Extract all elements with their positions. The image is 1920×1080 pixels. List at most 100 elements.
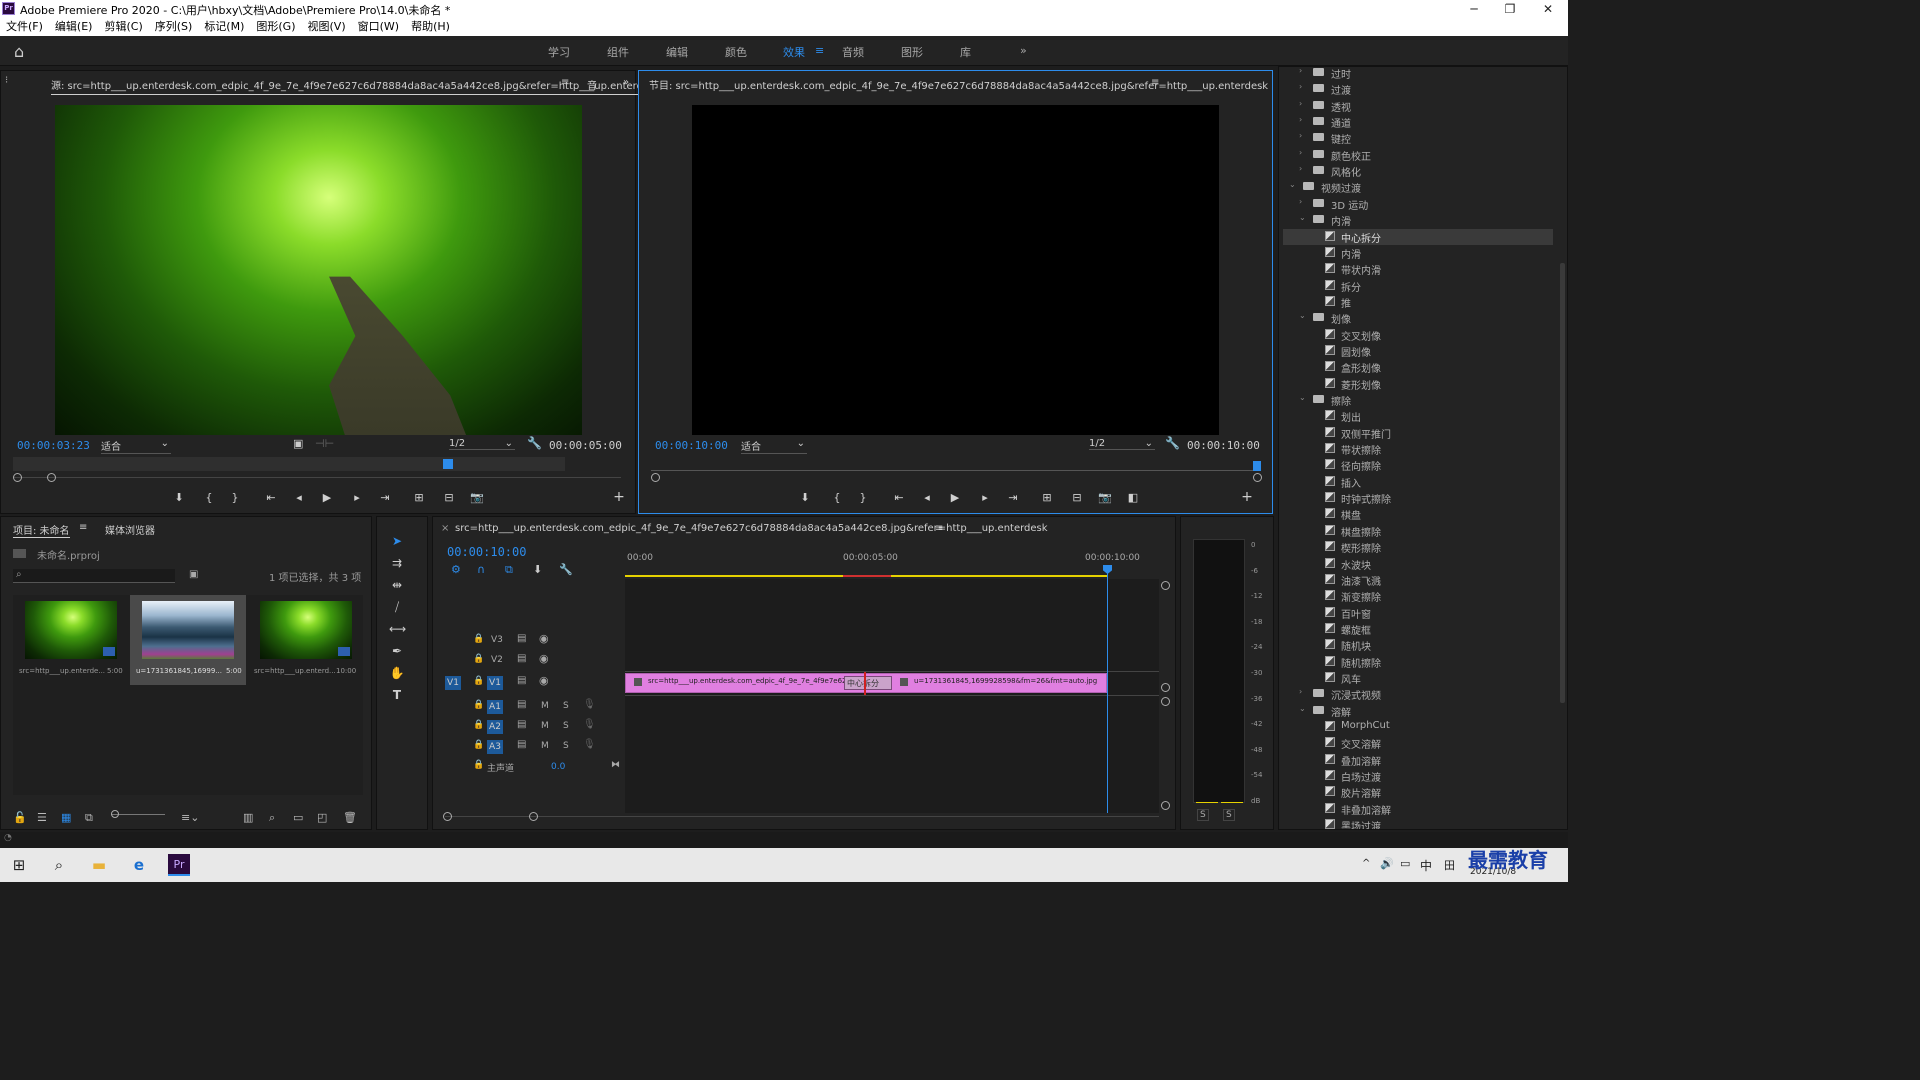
more-workspaces-icon[interactable]: » [1020, 44, 1027, 57]
transition-clip[interactable]: 中心拆分 [844, 676, 892, 690]
snap-icon[interactable]: ∩ [477, 563, 485, 576]
effects-tree-row[interactable]: 水波块 [1283, 556, 1553, 572]
mark-in-icon[interactable]: { [829, 491, 845, 504]
icon-view-icon[interactable]: ▦ [61, 811, 71, 824]
type-tool-icon[interactable]: T [389, 687, 405, 703]
track-target-a2[interactable]: A2 [487, 720, 503, 734]
add-marker-icon[interactable]: ⬇ [797, 491, 813, 504]
extract-icon[interactable]: ⊟ [1069, 491, 1085, 504]
solo-right-button[interactable]: S [1223, 809, 1235, 821]
eye-icon[interactable]: ◉ [539, 674, 549, 687]
effects-tree-row[interactable]: › 过渡 [1283, 81, 1553, 97]
mark-in-icon[interactable]: { [201, 491, 217, 504]
effects-tree-row[interactable]: 螺旋框 [1283, 621, 1553, 637]
menu-clip[interactable]: 剪辑(C) [104, 20, 142, 33]
menu-window[interactable]: 窗口(W) [358, 20, 399, 33]
source-fit-dropdown[interactable]: 适合 ⌄ [101, 438, 171, 454]
workspace-color[interactable]: 颜色 [725, 44, 747, 60]
selection-tool-icon[interactable]: ➤ [389, 533, 405, 549]
effects-tree-row[interactable]: ⌄ 擦除 [1283, 392, 1553, 408]
program-tab-menu-icon[interactable]: ≡ [1151, 77, 1159, 88]
step-back-icon[interactable]: ◂ [291, 491, 307, 504]
camera-icon[interactable]: 📷 [469, 491, 485, 504]
effects-tree-row[interactable]: 时钟式擦除 [1283, 490, 1553, 506]
lock-icon[interactable]: 🔒 [473, 700, 484, 710]
project-search-input[interactable]: ⌕ [13, 569, 175, 583]
ime-indicator[interactable]: 中 [1420, 857, 1432, 874]
chevron-right-icon[interactable]: › [1299, 131, 1309, 140]
trash-icon[interactable]: 🗑 [343, 811, 357, 824]
nest-icon[interactable]: ⚙ [451, 563, 461, 576]
vertical-zoom-handle[interactable] [1161, 683, 1170, 692]
lock-icon[interactable]: 🔒 [473, 634, 484, 644]
zoom-handle-right[interactable] [1253, 473, 1262, 482]
sync-lock-icon[interactable]: ▤ [517, 675, 526, 686]
chevron-down-icon[interactable]: ⌄ [1299, 704, 1309, 713]
chevron-right-icon[interactable]: › [1299, 687, 1309, 696]
close-sequence-icon[interactable]: × [441, 523, 449, 534]
program-video-frame[interactable] [692, 105, 1219, 435]
zoom-handle-right[interactable] [47, 473, 56, 482]
vertical-zoom-handle[interactable] [1161, 801, 1170, 810]
go-to-in-icon[interactable]: ⇤ [891, 491, 907, 504]
source-playhead-timecode[interactable]: 00:00:03:23 [17, 439, 90, 452]
effects-tree-row[interactable]: › 通道 [1283, 114, 1553, 130]
workspace-learn[interactable]: 学习 [548, 44, 570, 60]
mute-button[interactable]: M [541, 741, 549, 751]
vertical-zoom-handle[interactable] [1161, 697, 1170, 706]
source-tab[interactable]: 源: src=http___up.enterdesk.com_edpic_4f_… [51, 77, 679, 95]
play-icon[interactable]: ▶ [947, 491, 963, 504]
camera-icon[interactable]: 📷 [1097, 491, 1113, 504]
source-time-ruler[interactable] [13, 457, 565, 471]
list-view-icon[interactable]: ☰ [37, 811, 47, 824]
effects-tree-row[interactable]: 随机块 [1283, 637, 1553, 653]
step-back-icon[interactable]: ◂ [919, 491, 935, 504]
workspace-libraries[interactable]: 库 [960, 44, 971, 60]
zoom-handle-right[interactable] [529, 812, 538, 821]
chevron-right-icon[interactable]: › [1299, 148, 1309, 157]
mark-out-icon[interactable]: } [227, 491, 243, 504]
sync-lock-icon[interactable]: ▤ [517, 653, 526, 664]
effects-tree-row[interactable]: ⌄ 划像 [1283, 310, 1553, 326]
effects-tree-row[interactable]: ⌄ 视频过渡 [1283, 179, 1553, 195]
mute-button[interactable]: M [541, 721, 549, 731]
effects-tree-row[interactable]: 棋盘擦除 [1283, 523, 1553, 539]
workspace-assembly[interactable]: 组件 [607, 44, 629, 60]
play-icon[interactable]: ▶ [319, 491, 335, 504]
track-target-a1[interactable]: A1 [487, 700, 503, 714]
sync-lock-icon[interactable]: ▤ [517, 633, 526, 644]
program-resolution-dropdown[interactable]: 1/2 ⌄ [1089, 438, 1155, 450]
mic-icon[interactable]: 🎙 [583, 719, 596, 730]
source-zoom-bar[interactable] [13, 477, 621, 478]
chevron-down-icon[interactable]: ⌄ [1299, 311, 1309, 320]
slider-handle[interactable] [111, 810, 119, 818]
track-select-tool-icon[interactable]: ⇉ [389, 555, 405, 571]
find-icon[interactable]: ⌕ [269, 811, 275, 825]
timeline-settings-icon[interactable]: 🔧 [559, 563, 573, 576]
master-volume[interactable]: 0.0 [551, 762, 565, 772]
chevron-down-icon[interactable]: ⌄ [1289, 180, 1299, 189]
solo-button[interactable]: S [563, 741, 569, 751]
pen-tool-icon[interactable]: ✒ [389, 643, 405, 659]
add-marker-icon[interactable]: ⬇ [533, 563, 542, 576]
chevron-right-icon[interactable]: › [1299, 82, 1309, 91]
go-to-out-icon[interactable]: ⇥ [377, 491, 393, 504]
effects-tree-row[interactable]: › 3D 运动 [1283, 196, 1553, 212]
add-button-icon[interactable]: + [611, 489, 627, 505]
compare-view-icon[interactable]: ◧ [1125, 491, 1141, 504]
chevron-right-icon[interactable]: › [1299, 115, 1309, 124]
video-clip-group[interactable]: src=http___up.enterdesk.com_edpic_4f_9e_… [625, 672, 1107, 696]
linked-selection-icon[interactable]: ⧉ [505, 563, 513, 577]
sequence-tab[interactable]: src=http___up.enterdesk.com_edpic_4f_9e_… [455, 523, 1048, 534]
effects-tree-row[interactable]: 划出 [1283, 408, 1553, 424]
effects-tree-row[interactable]: MorphCut [1283, 719, 1553, 735]
network-icon[interactable]: ▭ [1400, 857, 1410, 870]
new-bin-icon[interactable]: ▭ [293, 811, 303, 824]
effects-tree-row[interactable]: 随机擦除 [1283, 654, 1553, 670]
ripple-edit-tool-icon[interactable]: ⇹ [389, 577, 405, 593]
export-frame-icon[interactable]: ▣ [293, 437, 303, 450]
home-icon[interactable]: ⌂ [14, 42, 24, 61]
lock-icon[interactable]: 🔓 [13, 811, 27, 824]
effects-tree-row[interactable]: 中心拆分 [1283, 228, 1553, 245]
sequence-tab-menu-icon[interactable]: ≡ [935, 523, 943, 534]
